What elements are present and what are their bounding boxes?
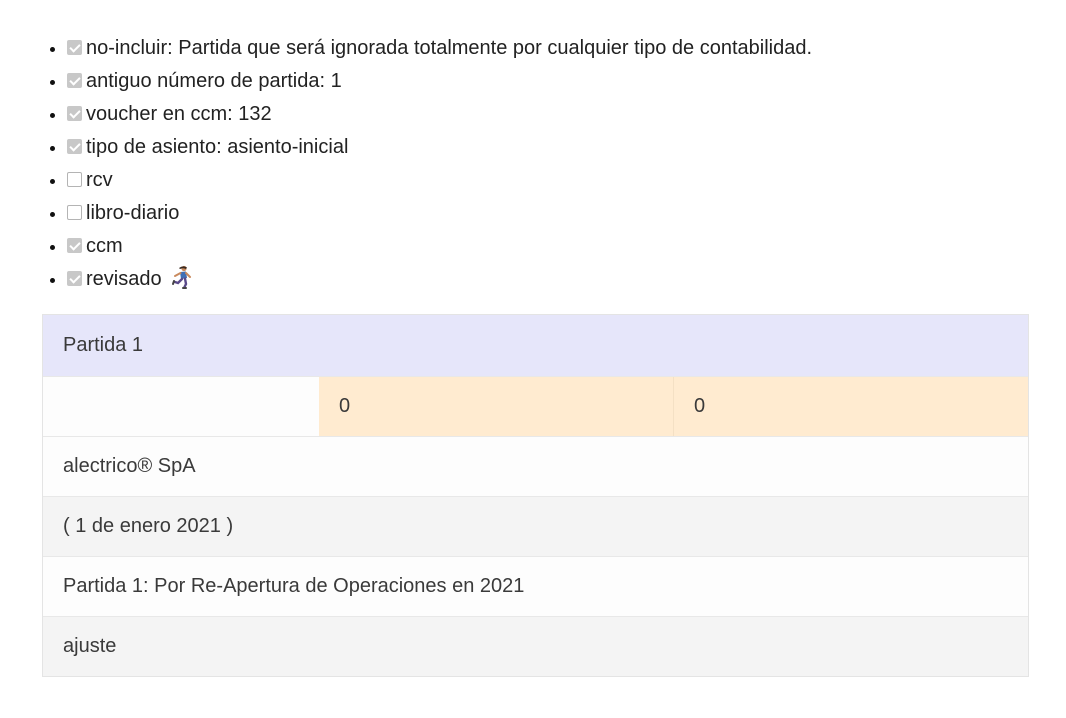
list-item: libro-diario (67, 197, 1066, 230)
description-row: Partida 1: Por Re-Apertura de Operacione… (43, 556, 1028, 616)
checkbox[interactable] (67, 40, 82, 55)
checkbox[interactable] (67, 205, 82, 220)
list-item: no-incluir: Partida que será ignorada to… (67, 32, 1066, 65)
flag-checklist: no-incluir: Partida que será ignorada to… (0, 0, 1066, 296)
credit-amount: 0 (674, 377, 1028, 436)
debit-amount: 0 (319, 377, 674, 436)
entry-title-row: Partida 1 (43, 315, 1028, 376)
list-item: ccm (67, 230, 1066, 263)
amounts-row: 0 0 (43, 376, 1028, 436)
checkbox[interactable] (67, 271, 82, 286)
list-item: antiguo número de partida: 1 (67, 65, 1066, 98)
list-item: revisado (67, 263, 1066, 296)
list-item: voucher en ccm: 132 (67, 98, 1066, 131)
checklist-label: antiguo número de partida: 1 (86, 70, 342, 92)
checkbox[interactable] (67, 106, 82, 121)
debit-value: 0 (339, 395, 351, 417)
checklist-label: rcv (86, 169, 113, 191)
checkbox[interactable] (67, 172, 82, 187)
company-name: alectrico® SpA (63, 455, 196, 477)
entry-description: Partida 1: Por Re-Apertura de Operacione… (63, 575, 525, 597)
runner-icon (171, 265, 193, 300)
checklist-label: tipo de asiento: asiento-inicial (86, 136, 349, 158)
entry-title: Partida 1 (63, 334, 144, 356)
account-cell (43, 377, 319, 436)
entry-category: ajuste (63, 635, 117, 657)
entry-date: ( 1 de enero 2021 ) (63, 515, 234, 537)
checkbox[interactable] (67, 73, 82, 88)
journal-entry-card: Partida 1 0 0 alectrico® SpA ( 1 de ener… (42, 314, 1029, 677)
checklist-label: voucher en ccm: 132 (86, 103, 272, 125)
checkbox[interactable] (67, 238, 82, 253)
list-item: rcv (67, 164, 1066, 197)
checklist-label: no-incluir: Partida que será ignorada to… (86, 37, 813, 59)
list-item: tipo de asiento: asiento-inicial (67, 131, 1066, 164)
checkbox[interactable] (67, 139, 82, 154)
category-row: ajuste (43, 616, 1028, 676)
date-row: ( 1 de enero 2021 ) (43, 496, 1028, 556)
checklist-label: revisado (86, 268, 162, 290)
checklist-label: ccm (86, 235, 123, 257)
company-row: alectrico® SpA (43, 436, 1028, 496)
checklist-label: libro-diario (86, 202, 180, 224)
credit-value: 0 (694, 395, 706, 417)
